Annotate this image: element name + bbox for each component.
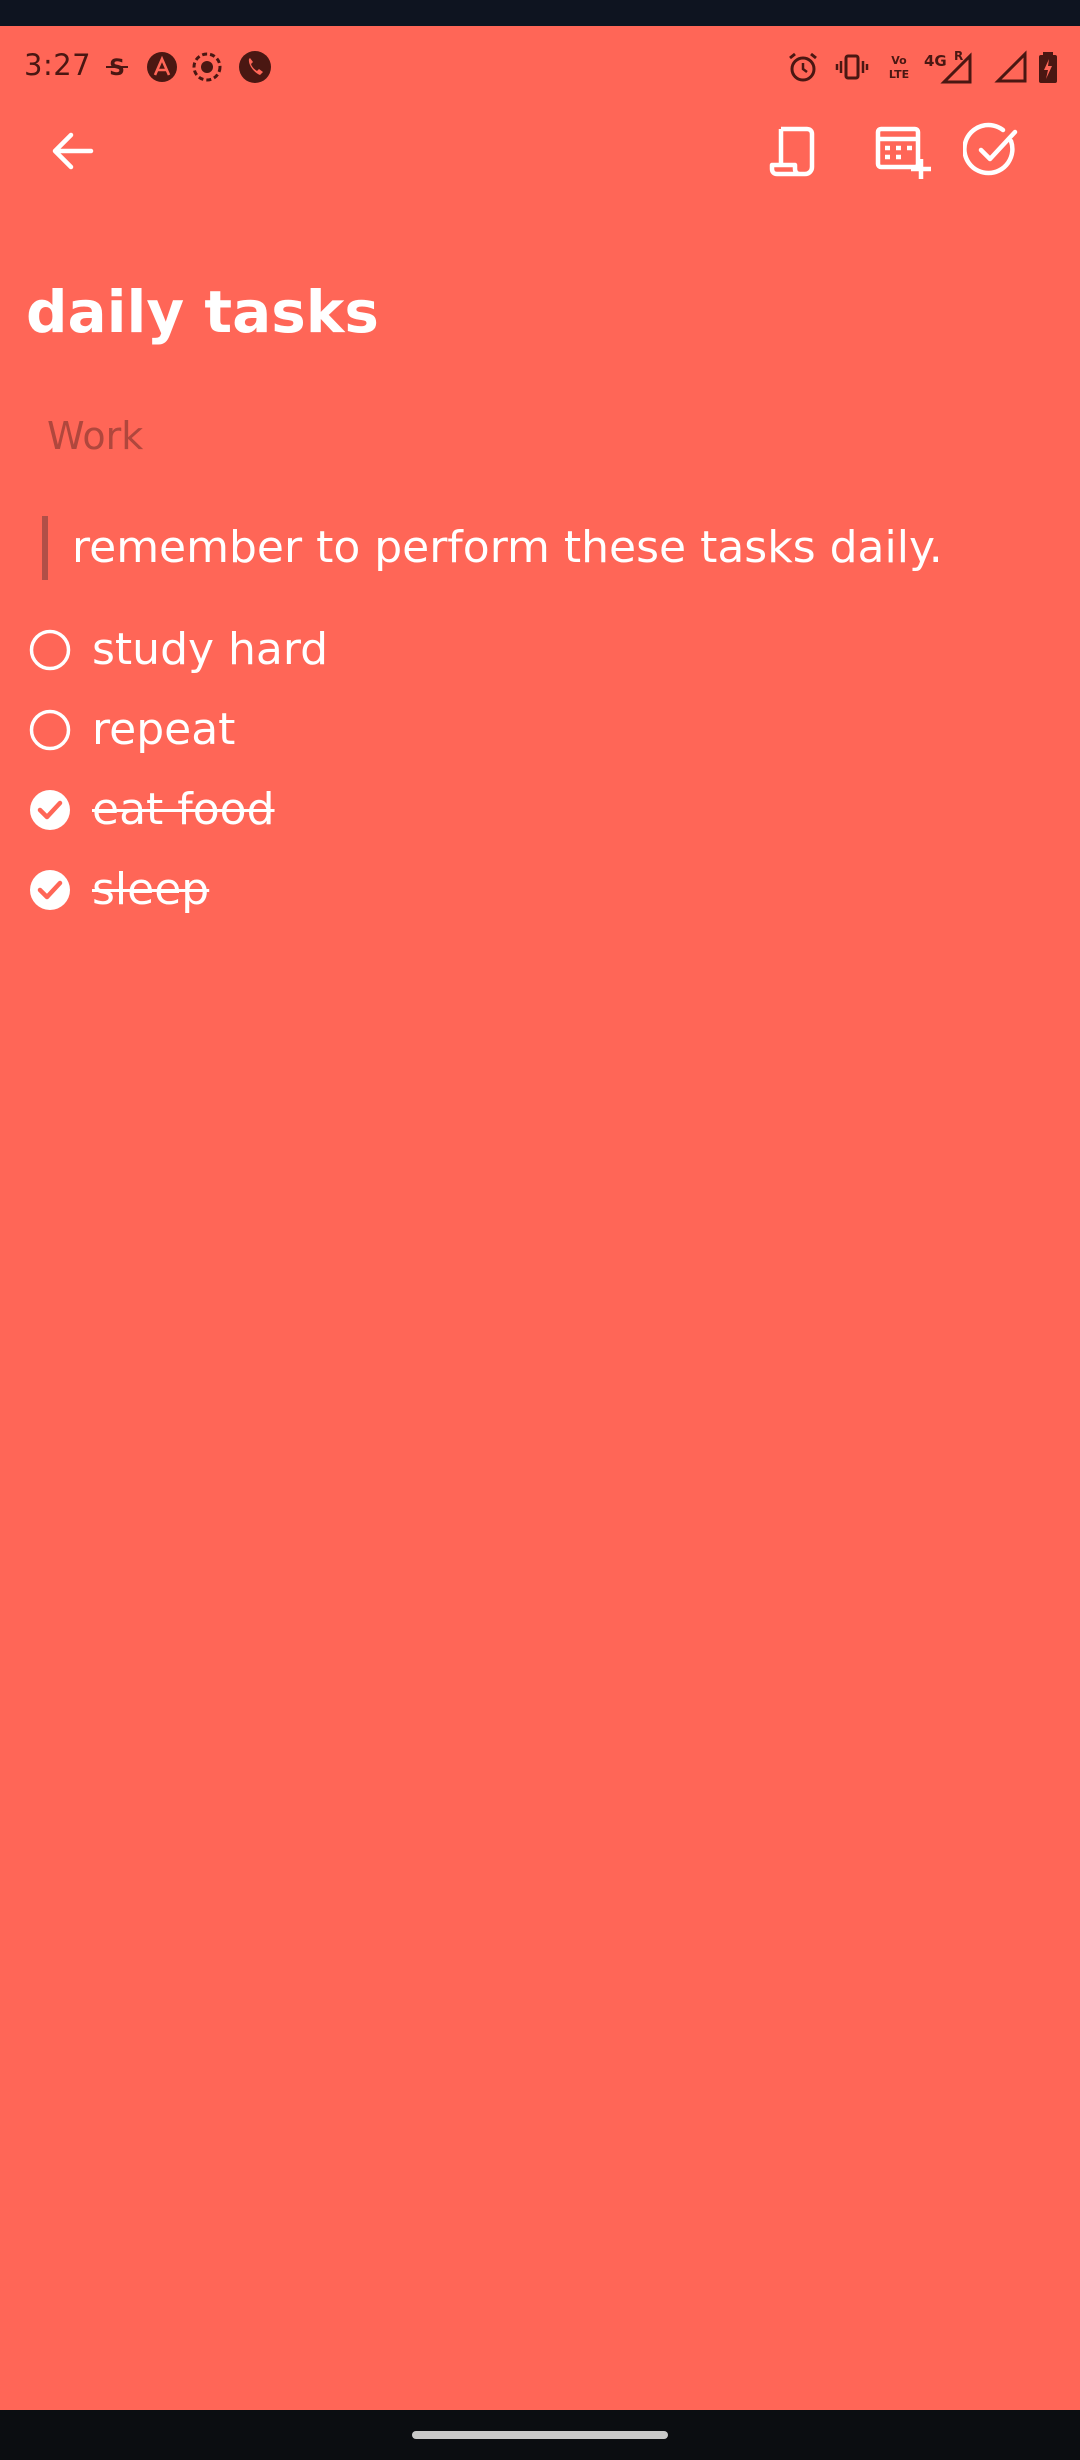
back-button[interactable] <box>28 106 118 196</box>
volte-icon: Vo LTE <box>882 50 916 84</box>
toolbar <box>0 106 1080 226</box>
task-item[interactable]: eat food <box>28 770 275 850</box>
home-indicator[interactable] <box>412 2431 668 2439</box>
checkbox-unchecked-icon[interactable] <box>28 708 72 752</box>
signal-4g-roaming-icon: 4G R <box>922 50 972 84</box>
task-label: study hard <box>92 624 329 675</box>
checkbox-checked-icon[interactable] <box>28 788 72 832</box>
vibrate-icon <box>835 50 869 84</box>
quote-text: remember to perform these tasks daily. <box>72 522 943 573</box>
status-time: 3:27 <box>24 48 92 82</box>
signal-icon <box>994 50 1028 84</box>
arrow-back-icon <box>52 132 94 170</box>
task-label: sleep <box>92 864 210 915</box>
note-title[interactable]: daily tasks <box>26 272 379 352</box>
mark-complete-button[interactable] <box>948 106 1038 196</box>
alarm-icon <box>786 50 820 84</box>
checkbox-unchecked-icon[interactable] <box>28 628 72 672</box>
svg-text:LTE: LTE <box>889 68 909 81</box>
record-icon <box>190 50 224 84</box>
task-item[interactable]: repeat <box>28 690 235 770</box>
task-label: repeat <box>92 704 236 755</box>
status-bar: 3:27 S Vo LTE 4G R <box>0 26 1080 106</box>
reading-mode-button[interactable] <box>748 106 838 196</box>
task-item[interactable]: sleep <box>28 850 209 930</box>
task-label: eat food <box>92 784 275 835</box>
mark-complete-icon <box>963 122 1018 176</box>
svg-text:4G: 4G <box>924 52 947 70</box>
phone-call-icon <box>238 50 272 84</box>
quote-block[interactable]: remember to perform these tasks daily. <box>42 516 943 580</box>
app-a-icon <box>145 50 179 84</box>
top-edge <box>0 0 1080 26</box>
checkbox-checked-icon[interactable] <box>28 868 72 912</box>
scroll-note-icon <box>769 126 815 177</box>
subscript-s-icon: S <box>100 50 134 84</box>
add-to-calendar-icon <box>875 126 931 179</box>
svg-text:R: R <box>954 50 963 63</box>
svg-text:Vo: Vo <box>891 54 907 67</box>
add-reminder-button[interactable] <box>858 106 948 196</box>
category-field[interactable]: Work <box>47 410 143 462</box>
battery-charging-icon <box>1036 50 1060 84</box>
task-item[interactable]: study hard <box>28 610 328 690</box>
navigation-bar <box>0 2410 1080 2460</box>
svg-text:S: S <box>109 56 125 81</box>
